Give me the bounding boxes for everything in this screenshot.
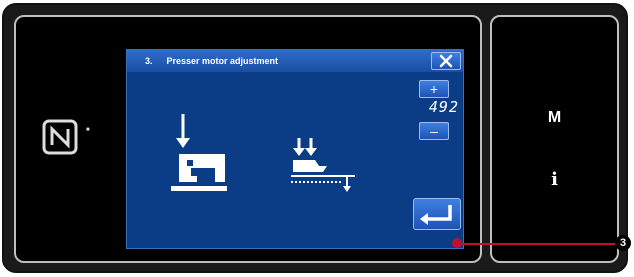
adjustment-value: 492 [428, 98, 459, 116]
dialog-step-number: 3. [145, 56, 153, 66]
close-button[interactable] [431, 52, 461, 70]
dialog-title: Presser motor adjustment [166, 56, 279, 66]
enter-button[interactable] [413, 198, 461, 230]
side-key-panel: M i [490, 15, 619, 263]
operation-panel: ■ 3. Presser motor adjustment + 492 – M … [2, 3, 628, 273]
presser-foot-icon [291, 138, 355, 192]
presser-motor-dialog: 3. Presser motor adjustment + 492 – [126, 49, 464, 249]
info-key[interactable]: i [492, 169, 617, 190]
callout-line [457, 243, 619, 245]
touch-screen: ■ 3. Presser motor adjustment + 492 – [14, 15, 482, 263]
decrease-button[interactable]: – [419, 122, 449, 140]
callout-marker: 3 [615, 235, 631, 251]
dialog-titlebar: 3. Presser motor adjustment [127, 50, 463, 72]
close-icon [439, 54, 453, 68]
increase-button[interactable]: + [419, 80, 449, 98]
enter-icon [420, 205, 452, 225]
mode-key[interactable]: M [492, 109, 617, 127]
nfc-mark: ■ [86, 127, 90, 133]
nfc-icon [42, 119, 78, 155]
sewing-machine-icon [171, 114, 227, 191]
